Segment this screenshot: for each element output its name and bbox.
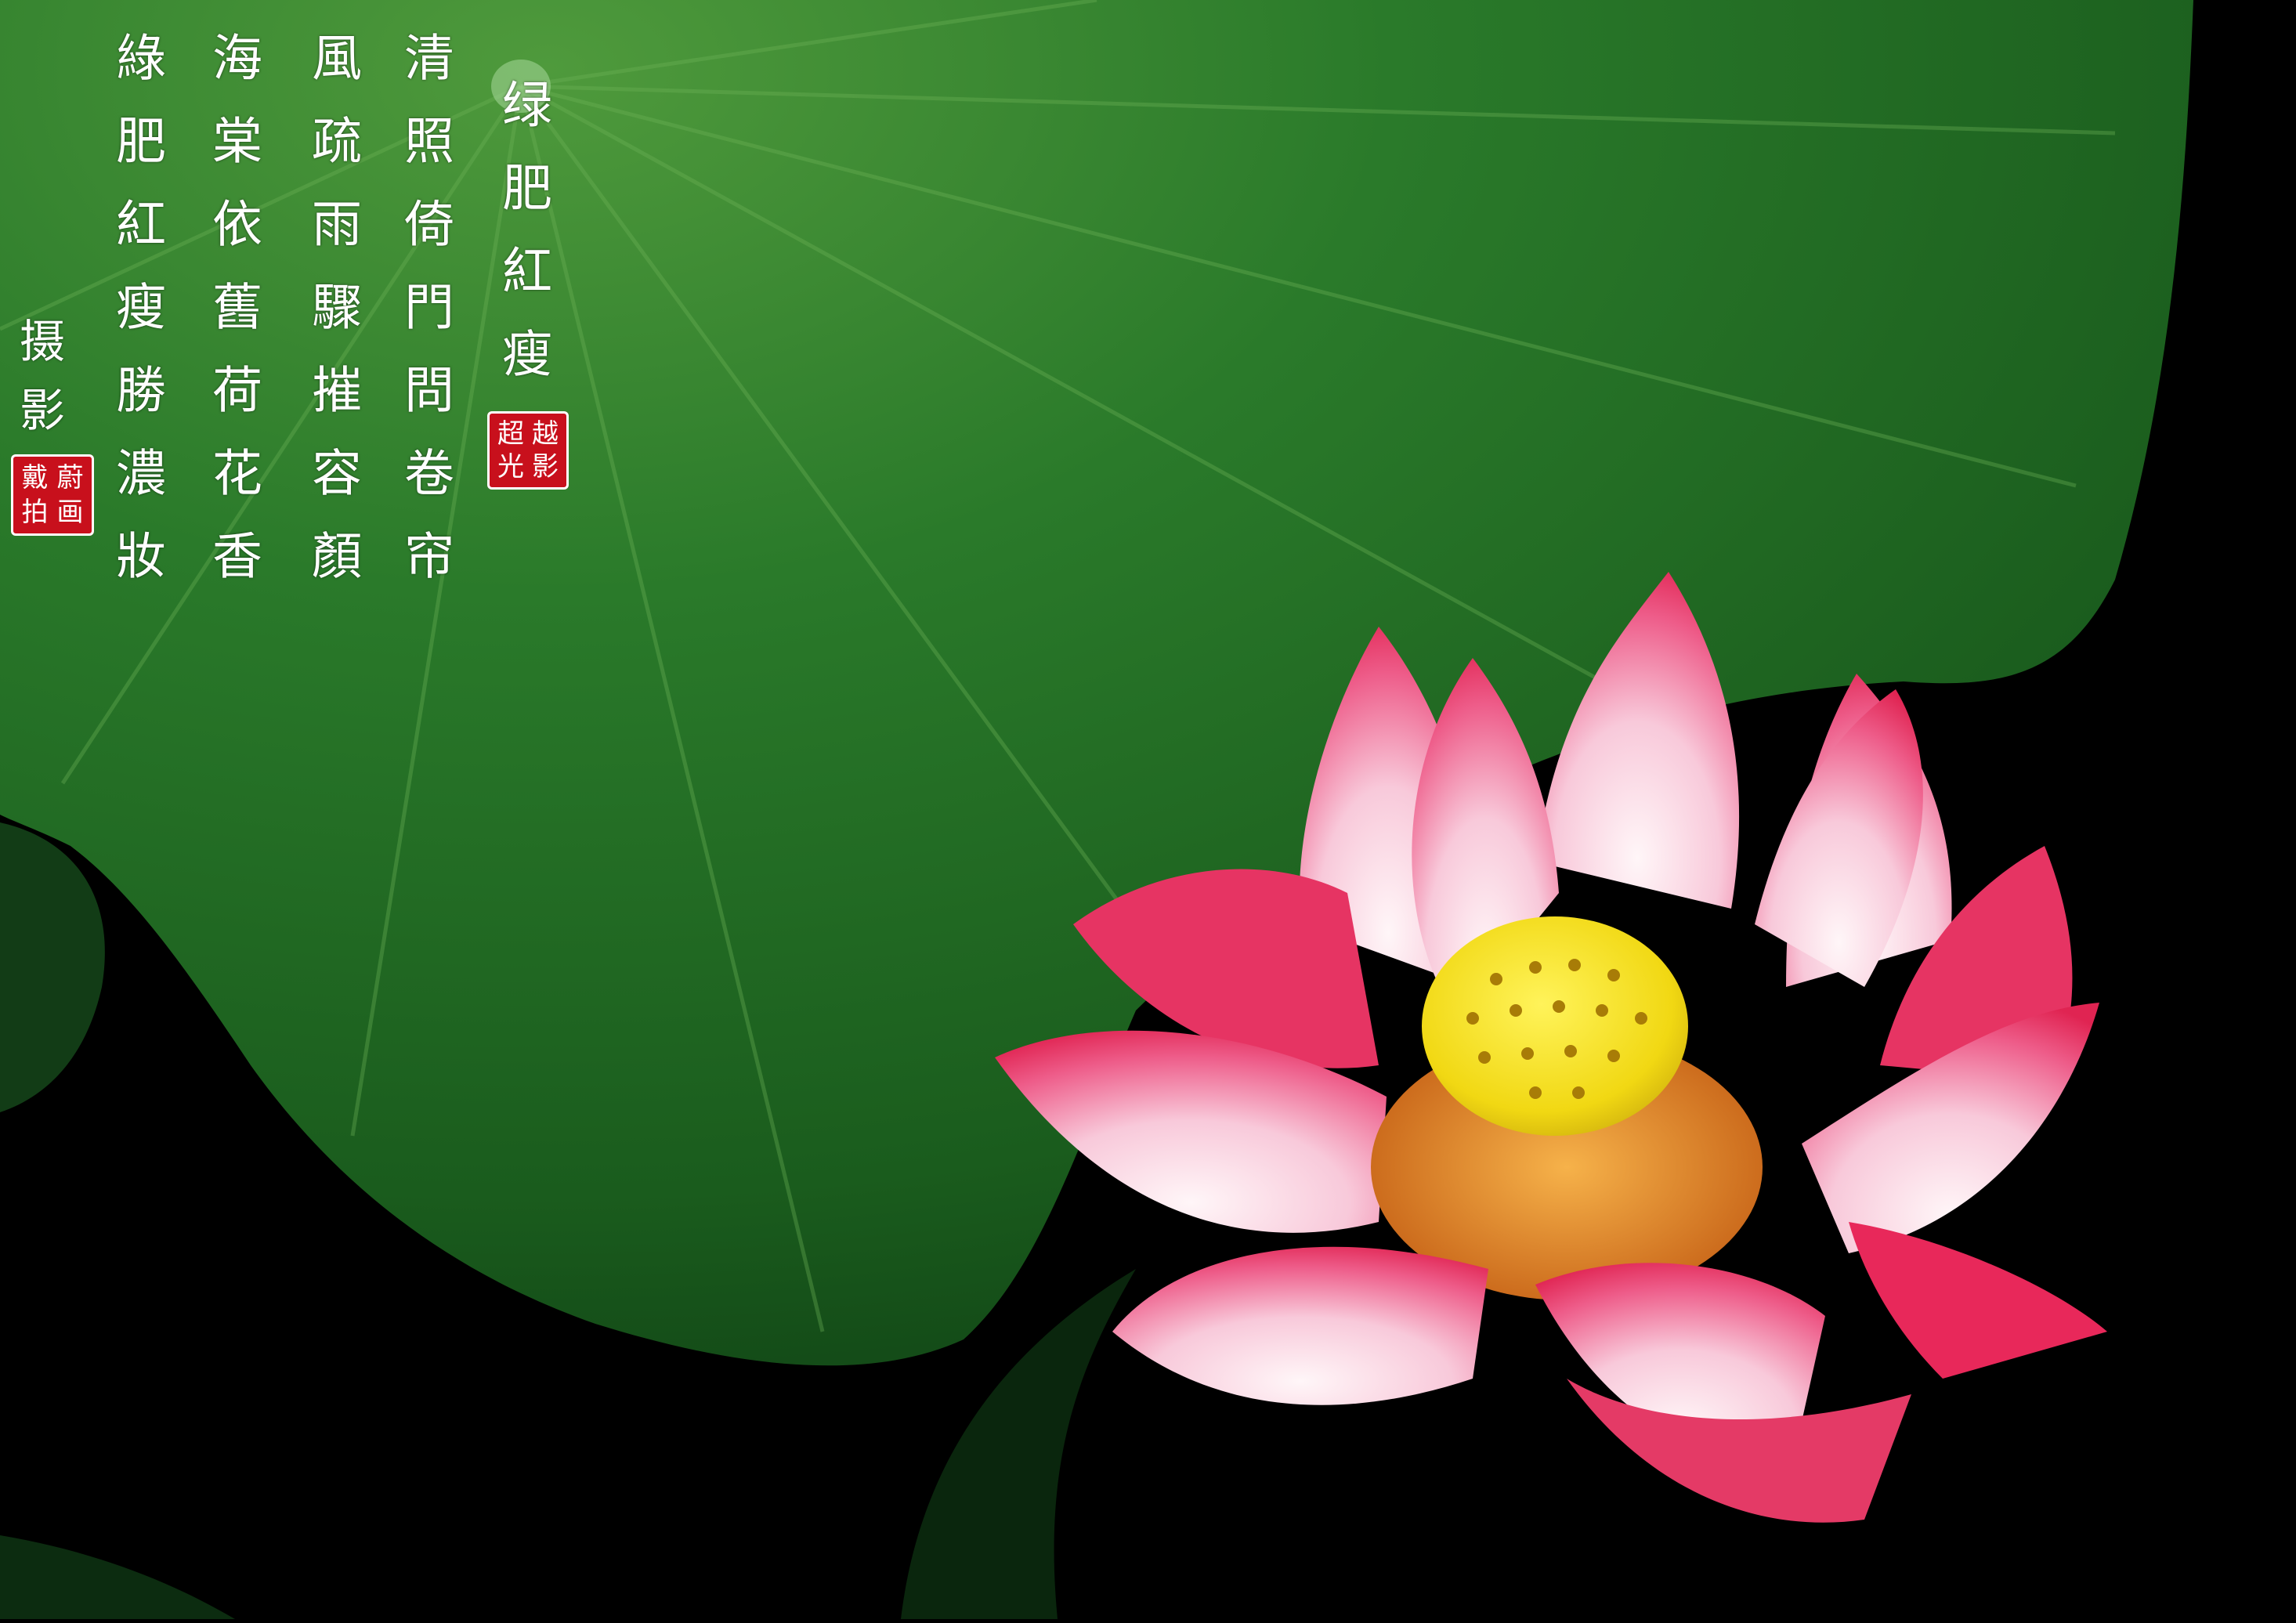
poem-line-1: 清照倚門問卷帘: [396, 31, 454, 613]
lotus-photo: 绿肥紅瘦 超 越 光 影 清照倚門問卷帘 風疏雨驟摧容顏 海棠依舊荷花香 綠肥紅…: [0, 0, 2296, 1619]
seal-char: 超: [497, 418, 524, 450]
seal-char: 戴: [21, 462, 49, 493]
photo-credit: 摄影: [12, 317, 65, 455]
seed-pod: [1422, 916, 1688, 1136]
seal-char: 影: [532, 451, 559, 483]
seal-char: 画: [56, 497, 84, 528]
seal-char: 蔚: [56, 462, 84, 493]
poem-line-4: 綠肥紅瘦勝濃妝: [107, 31, 165, 613]
title-seal: 超 越 光 影: [487, 411, 569, 490]
credit-seal: 戴 蔚 拍 画: [11, 454, 94, 536]
poem-line-3: 海棠依舊荷花香: [204, 31, 262, 613]
seal-char: 越: [532, 418, 559, 450]
seal-char: 拍: [21, 497, 49, 528]
poem-line-2: 風疏雨驟摧容顏: [303, 31, 361, 613]
poem-title: 绿肥紅瘦: [494, 78, 551, 410]
seal-char: 光: [497, 451, 524, 483]
